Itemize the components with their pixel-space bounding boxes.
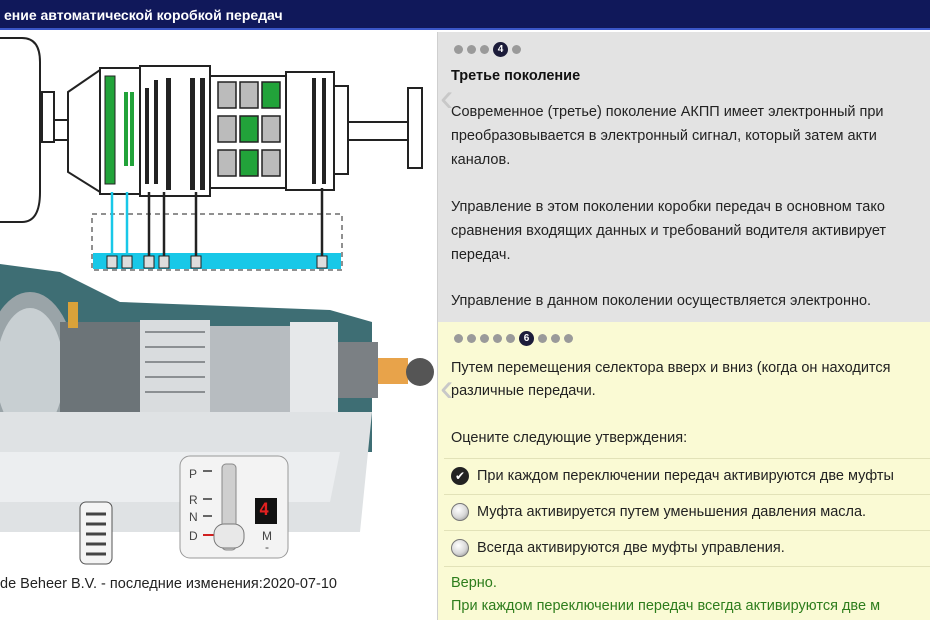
slide-dot[interactable] bbox=[493, 334, 502, 343]
slide-dot[interactable] bbox=[538, 334, 547, 343]
slide-dot[interactable] bbox=[467, 45, 476, 54]
slide-dot[interactable] bbox=[512, 45, 521, 54]
answer-option[interactable]: ✔ При каждом переключении передач активи… bbox=[444, 458, 930, 495]
slide-title: Третье поколение bbox=[451, 68, 581, 84]
slide-text-line: Управление в данном поколении осуществля… bbox=[451, 293, 872, 309]
planetary-gearset bbox=[217, 81, 281, 177]
slide-indicator-bottom[interactable]: 6 bbox=[454, 331, 573, 346]
slide-text-line: передач. bbox=[451, 247, 511, 263]
transmission-illustration bbox=[0, 37, 434, 565]
slide-text-line: каналов. bbox=[451, 152, 511, 168]
selector-pos-p: P bbox=[189, 467, 198, 481]
slide-dot[interactable] bbox=[480, 334, 489, 343]
question-prompt: Оцените следующие утверждения: bbox=[451, 430, 688, 446]
slide-indicator-top[interactable]: 4 bbox=[454, 42, 521, 57]
selector-pos-n: N bbox=[189, 510, 198, 524]
radio-button-icon[interactable] bbox=[451, 503, 469, 521]
clutch-packs bbox=[104, 75, 326, 190]
slide-dot[interactable] bbox=[506, 334, 515, 343]
slide-dot-active[interactable]: 6 bbox=[519, 331, 534, 346]
slide-text-line: Современное (третье) поколение АКПП имее… bbox=[451, 104, 884, 120]
selector-pos-d: D bbox=[189, 529, 198, 543]
slide-dot[interactable] bbox=[454, 334, 463, 343]
answer-option-label: При каждом переключении передач активиру… bbox=[477, 468, 894, 484]
radio-button-icon[interactable] bbox=[451, 539, 469, 557]
gear-display: 4 bbox=[259, 500, 270, 520]
slide-dot[interactable] bbox=[467, 334, 476, 343]
window-title-bar: ение автоматической коробкой передач bbox=[0, 0, 930, 30]
brake-pedal-icon bbox=[79, 501, 113, 565]
slide-panel-top: 4 ‹ Третье поколение Современное (третье… bbox=[437, 32, 930, 322]
slide-dot[interactable] bbox=[480, 45, 489, 54]
divider bbox=[444, 566, 930, 567]
slide-panel-bottom: 6 ‹ Путем перемещения селектора вверх и … bbox=[437, 322, 930, 620]
slide-text-line: Управление в этом поколении коробки пере… bbox=[451, 199, 885, 215]
slide-dot[interactable] bbox=[564, 334, 573, 343]
question-intro-line: различные передачи. bbox=[451, 383, 596, 399]
slide-dot-active[interactable]: 4 bbox=[493, 42, 508, 57]
control-lines bbox=[110, 188, 324, 256]
footer-copyright: de Beheer B.V. - последние изменения:202… bbox=[0, 576, 337, 592]
question-intro-line: Путем перемещения селектора вверх и вниз… bbox=[451, 360, 891, 376]
slide-text-line: сравнения входящих данных и требований в… bbox=[451, 223, 887, 239]
check-icon[interactable]: ✔ bbox=[451, 467, 469, 485]
selector-minus-label: - bbox=[265, 540, 269, 554]
answer-option[interactable]: Всегда активируются две муфты управления… bbox=[444, 530, 930, 567]
slide-dot[interactable] bbox=[551, 334, 560, 343]
transmission-schematic bbox=[0, 37, 423, 223]
answer-option-label: Всегда активируются две муфты управления… bbox=[477, 540, 785, 556]
selector-pos-r: R bbox=[189, 493, 198, 507]
answer-option[interactable]: Муфта активируется путем уменьшения давл… bbox=[444, 494, 930, 531]
slide-text-line: преобразовывается в электронный сигнал, … bbox=[451, 128, 877, 144]
window-title: ение автоматической коробкой передач bbox=[4, 7, 283, 23]
feedback-text: При каждом переключении передач всегда а… bbox=[451, 598, 881, 614]
feedback-title: Верно. bbox=[451, 575, 497, 591]
slide-dot[interactable] bbox=[454, 45, 463, 54]
answer-option-label: Муфта активируется путем уменьшения давл… bbox=[477, 504, 867, 520]
illustration-area: P R N D 4 M - bbox=[0, 32, 434, 620]
